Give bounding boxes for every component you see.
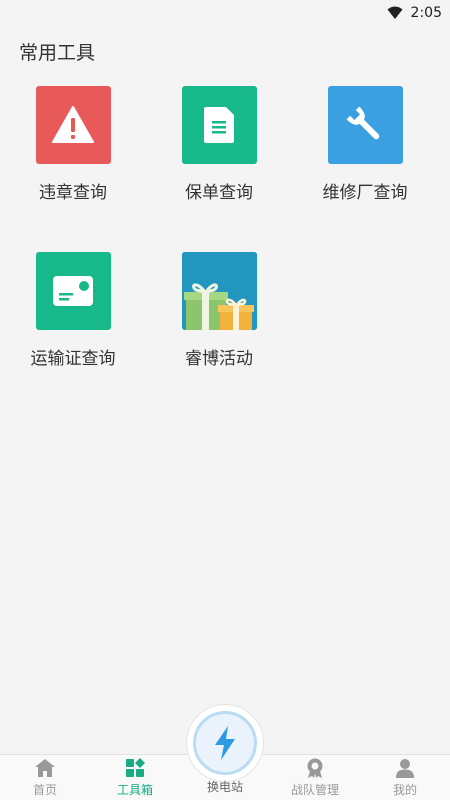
card-icon (53, 276, 93, 306)
nav-item-toolbox[interactable]: 工具箱 (90, 755, 180, 800)
nav-label: 我的 (392, 783, 417, 797)
wrench-icon (346, 106, 380, 140)
tool-label: 违章查询 (39, 183, 107, 203)
status-time: 2:05 (410, 5, 442, 21)
toolbox-icon (126, 758, 145, 777)
section-title: 常用工具 (19, 42, 96, 64)
tool-tile (35, 252, 111, 330)
tool-violation-query[interactable]: 违章查询 (18, 86, 128, 206)
fab-inner (193, 711, 257, 775)
nav-item-team-management[interactable]: 战队管理 (270, 755, 360, 800)
nav-label: 首页 (32, 783, 57, 797)
nav-item-mine[interactable]: 我的 (360, 755, 450, 800)
battery-swap-station-label: 换电站 (206, 780, 243, 794)
nav-label: 战队管理 (290, 783, 339, 797)
tool-repair-shop-query[interactable]: 维修厂查询 (310, 86, 420, 206)
status-bar: 2:05 (0, 0, 450, 26)
user-icon (396, 759, 414, 778)
nav-label: 工具箱 (116, 783, 153, 797)
nav-item-home[interactable]: 首页 (0, 755, 90, 800)
home-icon (35, 759, 55, 777)
tool-policy-query[interactable]: 保单查询 (164, 86, 274, 206)
wifi-icon (387, 6, 403, 19)
tool-label: 保单查询 (185, 183, 253, 203)
tool-ruibo-activity[interactable]: 睿博活动 (164, 252, 274, 372)
tool-label: 维修厂查询 (322, 183, 408, 203)
tool-tile (35, 86, 111, 164)
tool-label: 睿博活动 (185, 349, 253, 369)
tool-label: 运输证查询 (30, 349, 116, 369)
tool-tile (327, 86, 403, 164)
warning-icon (52, 106, 94, 143)
tool-tile (181, 252, 257, 330)
document-icon (204, 107, 234, 143)
tool-tile (181, 86, 257, 164)
lightning-icon (215, 726, 235, 760)
battery-swap-station-button[interactable] (186, 704, 264, 782)
tool-transport-permit-query[interactable]: 运输证查询 (18, 252, 128, 372)
badge-icon (307, 758, 323, 778)
gift-icon (181, 252, 257, 330)
